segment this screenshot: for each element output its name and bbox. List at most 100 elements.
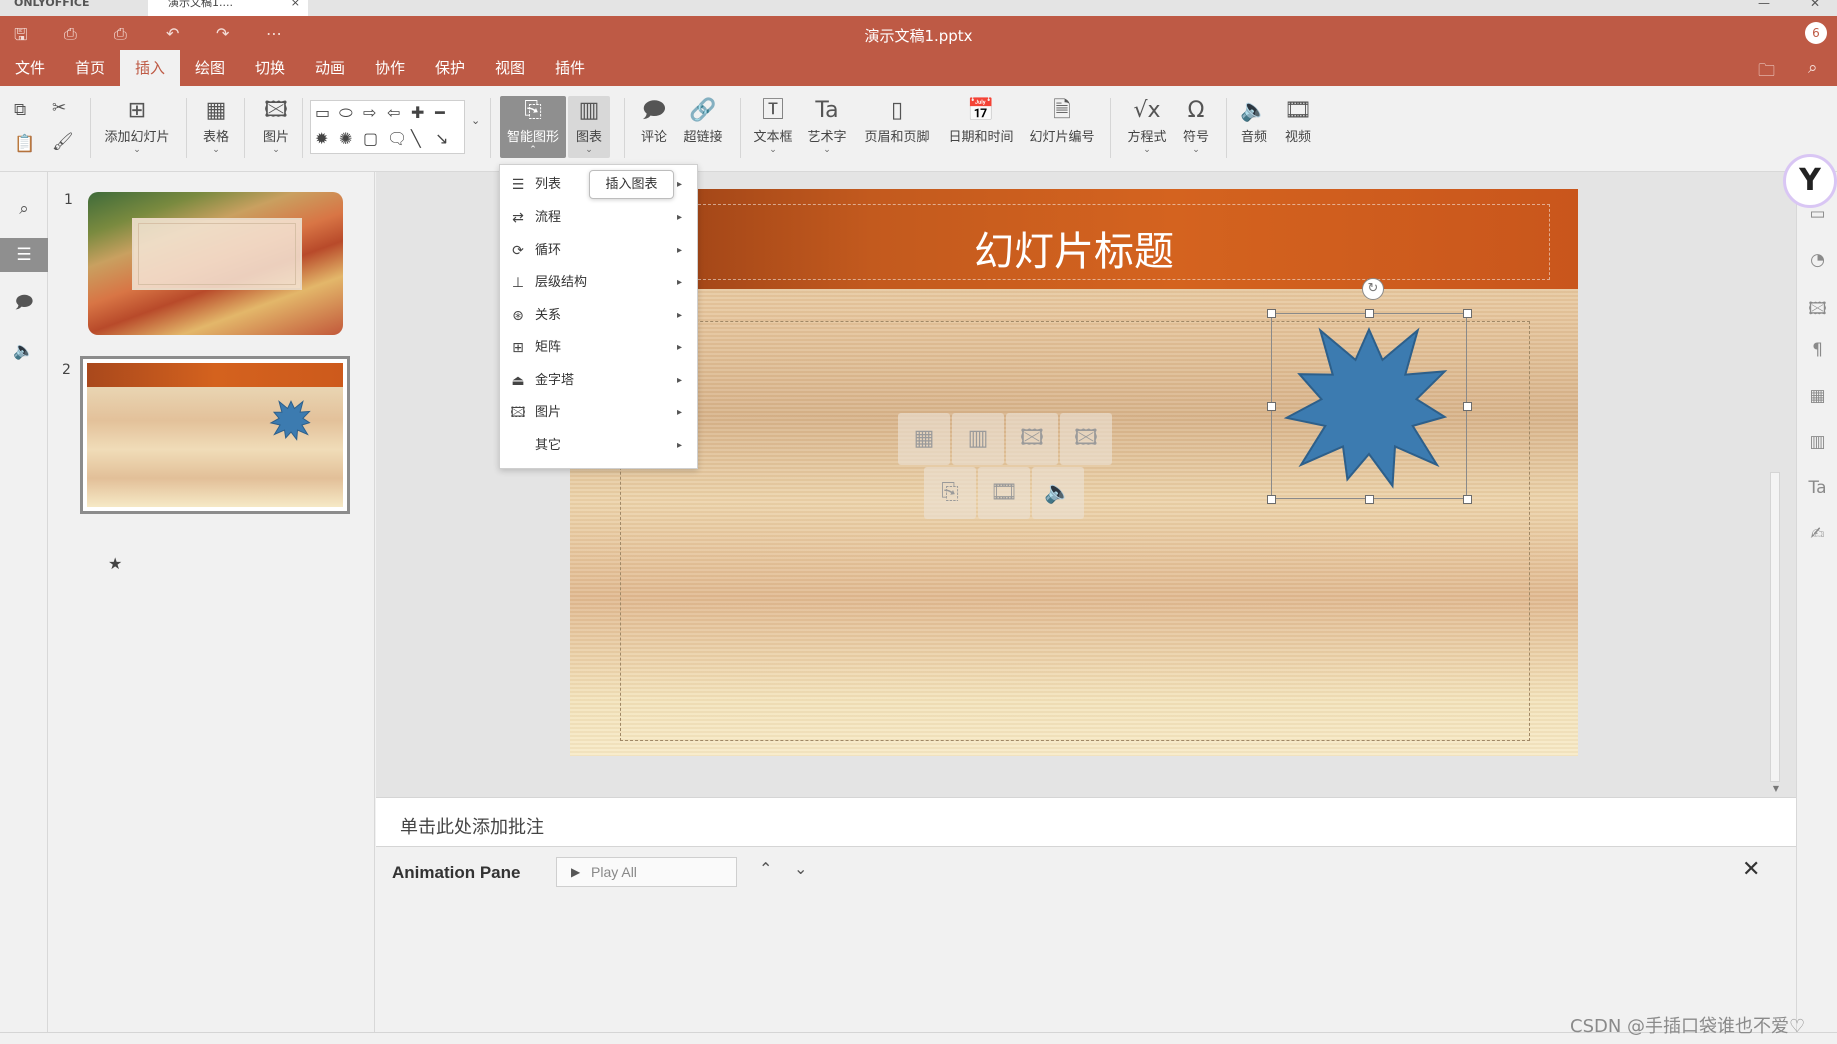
insert-image-url-icon[interactable]: 🖾: [1060, 413, 1112, 465]
user-avatar[interactable]: 6: [1805, 22, 1827, 44]
table-button[interactable]: ▦ 表格 ⌄: [196, 96, 236, 155]
tab-view[interactable]: 视图: [480, 50, 540, 86]
resize-handle[interactable]: [1365, 309, 1374, 318]
tab-home[interactable]: 首页: [60, 50, 120, 86]
insert-chart-icon[interactable]: ▥: [952, 413, 1004, 465]
speaker-notes-icon[interactable]: 🔈: [0, 334, 48, 368]
comment-button[interactable]: 🗩 评论: [634, 96, 674, 145]
paste-icon[interactable]: 📋: [14, 134, 35, 154]
menu-item-cycle[interactable]: ⟳ 循环 ▸: [500, 235, 699, 267]
slide-thumbnail-2[interactable]: [80, 356, 350, 514]
search-icon[interactable]: ⌕: [1808, 58, 1818, 78]
shape-settings-icon[interactable]: ◔: [1797, 250, 1837, 270]
comments-icon[interactable]: 🗩: [0, 286, 48, 320]
paragraph-settings-icon[interactable]: ¶: [1797, 340, 1837, 360]
tab-protection[interactable]: 保护: [420, 50, 480, 86]
image-button[interactable]: 🖾 图片 ⌄: [256, 96, 296, 155]
format-painter-icon[interactable]: 🖌: [52, 132, 74, 152]
slide-title[interactable]: 幻灯片标题: [570, 219, 1578, 277]
tab-file[interactable]: 文件: [0, 50, 60, 86]
cloud-callout-shape-icon[interactable]: 🗨: [387, 129, 407, 148]
video-button[interactable]: 🎞 视频: [1280, 96, 1316, 145]
insert-smartart-icon[interactable]: ⎘: [924, 467, 976, 519]
tab-transitions[interactable]: 切换: [240, 50, 300, 86]
move-down-icon[interactable]: ⌄: [794, 859, 807, 878]
scroll-down-icon[interactable]: ▼: [1771, 784, 1781, 793]
minus-shape-icon[interactable]: ━: [435, 103, 445, 122]
symbol-button[interactable]: Ω 符号 ⌄: [1178, 96, 1214, 155]
menu-item-other[interactable]: 其它 ▸: [500, 430, 699, 462]
rotate-handle-icon[interactable]: ↻: [1362, 278, 1384, 300]
audio-button[interactable]: 🔈 音频: [1236, 96, 1272, 145]
textbox-button[interactable]: 🅃 文本框 ⌄: [750, 96, 796, 155]
ellipse-shape-icon[interactable]: ⬭: [339, 103, 353, 123]
resize-handle[interactable]: [1267, 495, 1276, 504]
resize-handle[interactable]: [1365, 495, 1374, 504]
resize-handle[interactable]: [1267, 402, 1276, 411]
image-settings-icon[interactable]: 🖾: [1797, 296, 1837, 325]
smartart-button[interactable]: ⎘ 智能图形 ⌃: [500, 96, 566, 158]
burst-shape-icon[interactable]: ✹: [315, 129, 328, 148]
text-art-settings-icon[interactable]: Ta: [1797, 478, 1837, 498]
insert-video-icon[interactable]: 🎞: [978, 467, 1030, 519]
close-icon[interactable]: ✕: [1742, 857, 1760, 882]
wordart-button[interactable]: Ta 艺术字 ⌄: [804, 96, 850, 155]
document-tab[interactable]: 演示文稿1.... ×: [148, 0, 308, 16]
burst2-shape-icon[interactable]: ✺: [339, 129, 352, 148]
notes-panel[interactable]: 单击此处添加批注: [376, 797, 1796, 847]
menu-item-pyramid[interactable]: ⏏ 金字塔 ▸: [500, 365, 699, 397]
chart-settings-icon[interactable]: ▥: [1797, 432, 1837, 452]
menu-item-picture[interactable]: 🖾 图片 ▸: [500, 397, 699, 429]
callout-shape-icon[interactable]: ▢: [363, 129, 378, 148]
insert-image-icon[interactable]: 🖾: [1006, 413, 1058, 465]
equation-button[interactable]: √x 方程式 ⌄: [1120, 96, 1174, 155]
copy-icon[interactable]: ⧉: [14, 100, 26, 120]
slide-number-button[interactable]: 🗎 幻灯片编号: [1026, 96, 1098, 145]
open-folder-icon[interactable]: 🗀: [1758, 58, 1775, 87]
insert-audio-icon[interactable]: 🔈: [1032, 467, 1084, 519]
editor-scrollbar[interactable]: ▼: [1770, 472, 1780, 793]
close-window-icon[interactable]: ✕: [1810, 0, 1820, 9]
resize-handle[interactable]: [1463, 402, 1472, 411]
resize-handle[interactable]: [1267, 309, 1276, 318]
search-icon[interactable]: ⌕: [0, 192, 48, 226]
slide-thumbnail-1[interactable]: [88, 192, 343, 335]
chart-button[interactable]: ▥ 图表 ⌄: [568, 96, 610, 158]
resize-handle[interactable]: [1463, 495, 1472, 504]
close-tab-icon[interactable]: ×: [291, 0, 300, 8]
add-slide-button[interactable]: ⊞ 添加幻灯片 ⌄: [100, 96, 174, 155]
move-up-icon[interactable]: ⌃: [759, 859, 772, 878]
line-shape-icon[interactable]: ╲: [411, 129, 421, 148]
assistant-logo-icon[interactable]: Y: [1783, 154, 1837, 208]
slide-canvas[interactable]: 幻灯片标题 文本 ▦ ▥ 🖾 🖾 ⎘ 🎞 🔈 ↻: [570, 189, 1578, 756]
header-footer-button[interactable]: ▯ 页眉和页脚: [858, 96, 936, 145]
left-arrow-shape-icon[interactable]: ⇦: [387, 103, 400, 122]
rectangle-shape-icon[interactable]: ▭: [315, 103, 330, 122]
play-all-button[interactable]: ▶ Play All: [556, 857, 737, 887]
right-arrow-shape-icon[interactable]: ⇨: [363, 103, 376, 122]
menu-item-process[interactable]: ⇄ 流程 ▸: [500, 202, 699, 234]
tab-insert[interactable]: 插入: [120, 50, 180, 86]
submenu-arrow-icon: ▸: [677, 375, 683, 386]
shape-gallery[interactable]: ▭ ⬭ ⇨ ⇦ ✚ ━ ✹ ✺ ▢ 🗨 ╲ ↘: [310, 100, 465, 154]
tab-animation[interactable]: 动画: [300, 50, 360, 86]
menu-item-hierarchy[interactable]: ⊥ 层级结构 ▸: [500, 267, 699, 299]
datetime-button[interactable]: 📅 日期和时间: [942, 96, 1020, 145]
minimize-icon[interactable]: —: [1758, 0, 1770, 9]
tab-collaboration[interactable]: 协作: [360, 50, 420, 86]
table-settings-icon[interactable]: ▦: [1797, 386, 1837, 406]
shape-gallery-expand-icon[interactable]: ⌄: [471, 114, 480, 127]
menu-item-relationship[interactable]: ⊛ 关系 ▸: [500, 300, 699, 332]
insert-table-icon[interactable]: ▦: [898, 413, 950, 465]
menu-item-matrix[interactable]: ⊞ 矩阵 ▸: [500, 332, 699, 364]
hyperlink-button[interactable]: 🔗 超链接: [680, 96, 726, 145]
signature-settings-icon[interactable]: ✍: [1797, 524, 1837, 544]
plus-shape-icon[interactable]: ✚: [411, 103, 424, 122]
tab-plugins[interactable]: 插件: [540, 50, 600, 86]
tab-draw[interactable]: 绘图: [180, 50, 240, 86]
cut-icon[interactable]: ✂: [52, 98, 66, 118]
notes-placeholder[interactable]: 单击此处添加批注: [400, 813, 544, 839]
slides-panel-icon[interactable]: ☰: [0, 238, 48, 272]
resize-handle[interactable]: [1463, 309, 1472, 318]
arrow-line-shape-icon[interactable]: ↘: [435, 129, 448, 148]
